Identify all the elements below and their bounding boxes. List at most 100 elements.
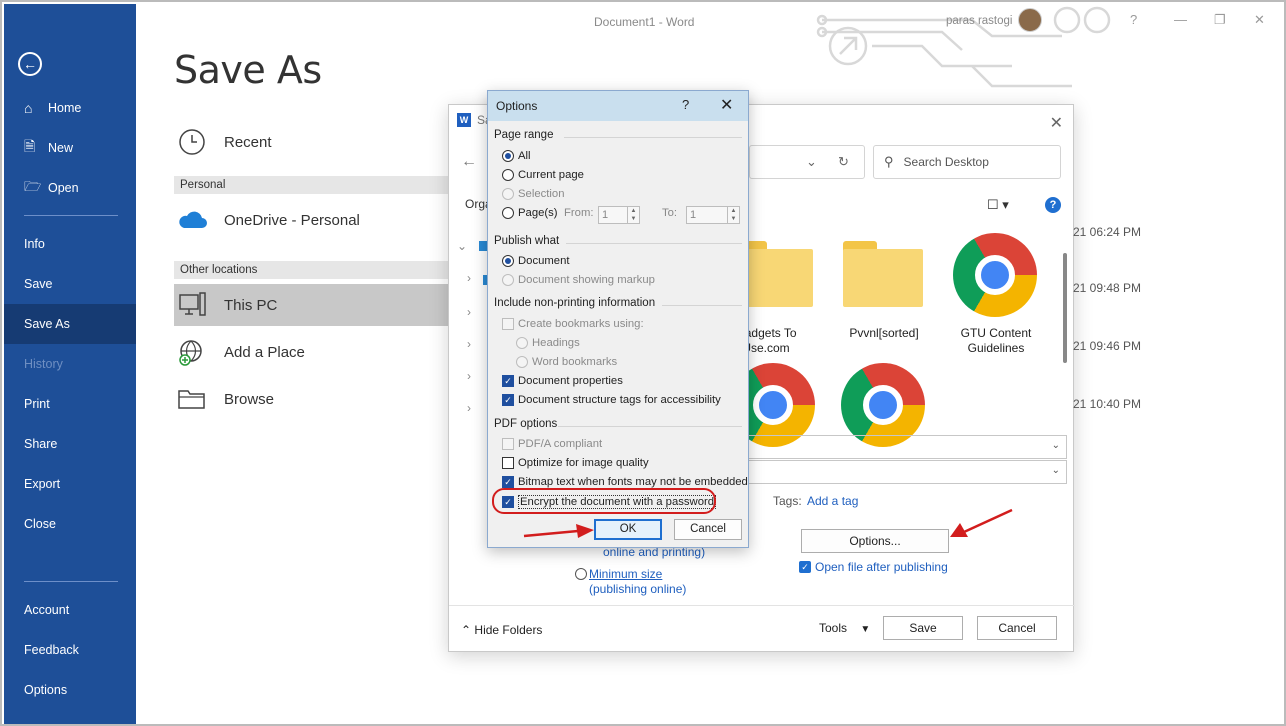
open-after-publishing-checkbox[interactable]: ✓ Open file after publishing — [799, 560, 948, 574]
nav-save[interactable]: Save — [4, 264, 136, 304]
backstage-nav: ← ⌂ Home 🗎 New 🗁 Open Info Save Save As … — [4, 4, 136, 724]
checkbox-unchecked[interactable] — [502, 457, 514, 469]
chevron-right-icon[interactable]: › — [467, 401, 471, 415]
personal-section-header: Personal — [174, 176, 454, 194]
structure-tags-checkbox[interactable]: ✓ Document structure tags for accessibili… — [502, 394, 721, 406]
tools-dropdown[interactable]: Tools ▼ — [819, 621, 870, 635]
new-document-icon: 🗎 — [24, 138, 36, 154]
from-stepper[interactable]: 1 ▲ ▼ — [598, 206, 640, 224]
nav-open[interactable]: 🗁 Open — [4, 168, 136, 208]
radio-unselected[interactable] — [502, 207, 514, 219]
add-tag-link[interactable]: Add a tag — [807, 494, 858, 508]
view-options-icon[interactable]: ☐ ▾ — [987, 197, 1009, 213]
back-arrow-icon[interactable]: ← — [18, 52, 42, 76]
options-button[interactable]: Options... — [801, 529, 949, 553]
nav-account[interactable]: Account — [4, 590, 136, 630]
nav-home[interactable]: ⌂ Home — [4, 88, 136, 128]
spin-arrows-icon[interactable]: ▲ ▼ — [727, 207, 739, 223]
nav-options[interactable]: Options — [4, 670, 136, 710]
nav-print[interactable]: Print — [4, 384, 136, 424]
location-this-pc[interactable]: This PC — [174, 284, 454, 326]
location-browse[interactable]: Browse — [174, 379, 454, 419]
location-add-place-label: Add a Place — [224, 343, 305, 361]
range-all-radio[interactable]: All — [502, 150, 531, 162]
create-bookmarks-checkbox: Create bookmarks using: — [502, 318, 644, 330]
nav-feedback[interactable]: Feedback — [4, 630, 136, 670]
publish-document-label: Document — [518, 255, 570, 267]
headings-label: Headings — [532, 337, 580, 349]
location-onedrive[interactable]: OneDrive - Personal — [174, 200, 454, 240]
radio-selected[interactable] — [502, 255, 514, 267]
search-icon: ⚲ — [884, 154, 894, 169]
optimize-checkbox[interactable]: Optimize for image quality — [502, 457, 649, 469]
chrome-file-icon[interactable] — [953, 233, 1037, 317]
publish-document-radio[interactable]: Document — [502, 255, 570, 267]
search-input[interactable]: ⚲ Search Desktop — [873, 145, 1061, 179]
location-browse-label: Browse — [224, 390, 275, 408]
from-label: From: — [564, 207, 594, 219]
nav-export[interactable]: Export — [4, 464, 136, 504]
minimize-icon[interactable]: — — [1174, 12, 1187, 27]
radio-selected[interactable] — [502, 150, 514, 162]
radio-unselected[interactable] — [502, 169, 514, 181]
to-stepper[interactable]: 1 ▲ ▼ — [686, 206, 740, 224]
nav-new[interactable]: 🗎 New — [4, 128, 136, 168]
other-locations-header: Other locations — [174, 261, 454, 279]
folder-pvvnl-icon[interactable] — [843, 241, 923, 307]
help-icon[interactable]: ? — [1045, 197, 1061, 213]
range-current-radio[interactable]: Current page — [502, 169, 584, 181]
help-icon[interactable]: ? — [682, 97, 689, 112]
from-value: 1 — [602, 209, 609, 221]
clock-icon — [174, 124, 210, 160]
checkmark-icon[interactable]: ✓ — [502, 375, 514, 387]
chevron-right-icon[interactable]: › — [467, 369, 471, 383]
range-pages-radio[interactable]: Page(s) — [502, 207, 558, 219]
headings-radio: Headings — [516, 337, 580, 349]
chevron-down-icon: ⌄ — [1051, 465, 1060, 476]
radio-circle[interactable] — [575, 568, 587, 580]
optimize-label: Optimize for image quality — [518, 457, 649, 469]
restore-icon[interactable]: ❐ — [1214, 12, 1226, 28]
nav-close[interactable]: Close — [4, 504, 136, 544]
encrypt-highlight-outline — [492, 488, 716, 514]
nav-share-label: Share — [24, 437, 58, 451]
location-recent[interactable]: Recent — [174, 122, 454, 162]
hide-folders-button[interactable]: ⌃ Hide Folders — [461, 623, 542, 637]
back-arrow-icon[interactable]: ← — [461, 153, 477, 171]
range-selection-label: Selection — [518, 188, 565, 200]
ok-button[interactable]: OK — [594, 519, 662, 540]
computer-icon — [174, 287, 210, 323]
save-type-field[interactable]: ⌄ — [745, 460, 1067, 484]
user-avatar[interactable] — [1018, 8, 1042, 32]
cancel-button[interactable]: Cancel — [674, 519, 742, 540]
save-button[interactable]: Save — [883, 616, 963, 640]
address-bar[interactable]: ⌄ ↻ — [749, 145, 865, 179]
bitmap-text-checkbox[interactable]: ✓ Bitmap text when fonts may not be embed… — [502, 476, 748, 488]
to-label: To: — [662, 207, 678, 219]
chevron-right-icon[interactable]: › — [467, 271, 471, 285]
location-add-place[interactable]: Add a Place — [174, 332, 454, 372]
checkmark-icon[interactable]: ✓ — [502, 394, 514, 406]
chevron-down-icon[interactable]: ⌄ — [806, 154, 817, 170]
document-properties-label: Document properties — [518, 375, 623, 387]
nav-history: History — [4, 344, 136, 384]
close-icon[interactable]: ✕ — [1050, 113, 1063, 133]
minimum-size-radio[interactable]: Minimum size (publishing online) — [575, 567, 686, 597]
checkmark-icon[interactable]: ✓ — [502, 476, 514, 488]
chevron-right-icon[interactable]: › — [467, 305, 471, 319]
spin-arrows-icon[interactable]: ▲ ▼ — [627, 207, 639, 223]
nav-save-as[interactable]: Save As — [4, 304, 136, 344]
help-icon[interactable]: ? — [1130, 12, 1137, 27]
chevron-right-icon[interactable]: › — [467, 337, 471, 351]
chevron-down-icon[interactable]: ⌄ — [457, 239, 467, 253]
nav-share[interactable]: Share — [4, 424, 136, 464]
refresh-icon[interactable]: ↻ — [838, 154, 849, 170]
document-properties-checkbox[interactable]: ✓ Document properties — [502, 375, 623, 387]
close-window-icon[interactable]: ✕ — [1254, 12, 1265, 28]
cancel-button[interactable]: Cancel — [977, 616, 1057, 640]
scrollbar[interactable] — [1063, 253, 1067, 363]
file-date: 21 10:40 PM — [1073, 397, 1142, 411]
file-name-field[interactable]: ⌄ — [745, 435, 1067, 459]
nav-info[interactable]: Info — [4, 224, 136, 264]
close-icon[interactable]: ✕ — [720, 95, 733, 115]
